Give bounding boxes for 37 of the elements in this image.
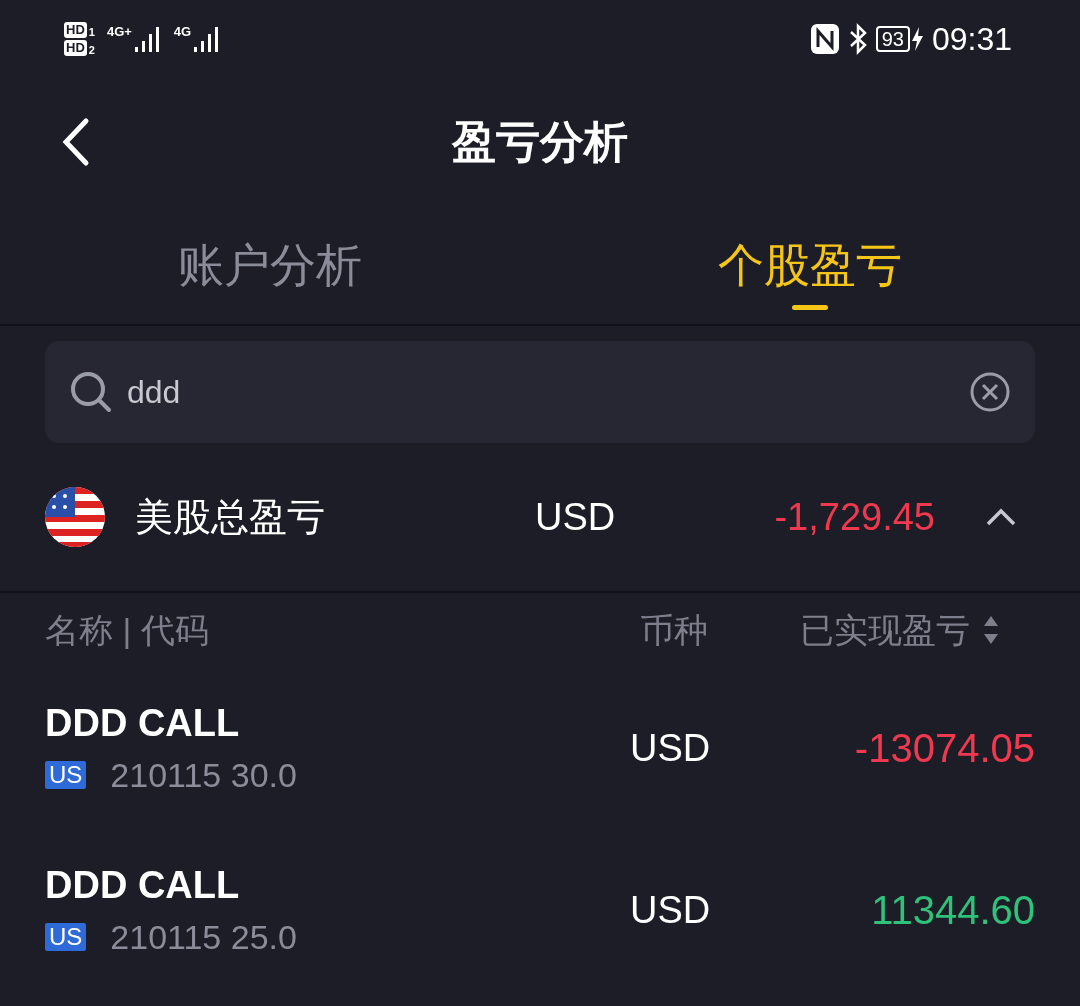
hd-label: HD [64,40,87,56]
market-badge: US [45,923,87,951]
network-label: 4G [173,25,192,38]
flag-icon [45,487,105,547]
summary-value: -1,729.45 [773,494,935,540]
pnl-cell-text: 11344.60 [870,887,1035,934]
column-header: 已实现盈亏 [800,609,970,651]
stock-code: 210115 25.0 [110,920,297,954]
summary-title: 美股总盈亏 [135,494,326,540]
currency-cell-text: USD [630,887,712,933]
page-title: 盈亏分析 [452,116,628,168]
sim-number: 2 [88,45,95,56]
search-field[interactable]: ddd [45,341,1035,443]
column-header: 币种 [640,609,709,651]
tab[interactable]: 个股盈亏 [540,206,1080,324]
stock-name: DDD CALL [45,866,241,904]
stock-name: DDD CALL [45,704,241,742]
battery-level: 93 [875,26,910,52]
sort-icon[interactable] [982,614,1000,646]
charging-icon [909,26,924,52]
status-time: 09:31 [931,23,1012,55]
network-label: 4G+ [106,25,132,38]
tab[interactable]: 账户分析 [0,206,540,324]
currency-cell-text: USD [630,725,712,771]
signal-icon [133,25,162,53]
search-icon [69,370,113,414]
pnl-cell-text: -13074.05 [853,725,1035,772]
hd-label: HD [64,22,87,38]
sim-number: 1 [88,27,95,38]
table-row[interactable]: DDD CALL US 210115 30.0 USD -13074.05 [0,667,1080,829]
clear-icon[interactable] [969,371,1011,413]
column-header: 名称 | 代码 [45,609,210,651]
summary-currency: USD [535,494,617,540]
stock-code: 210115 30.0 [110,758,297,792]
market-badge: US [45,761,87,789]
nfc-icon [809,23,840,55]
table-row[interactable]: DDD CALL US 210115 25.0 USD 11344.60 [0,829,1080,991]
